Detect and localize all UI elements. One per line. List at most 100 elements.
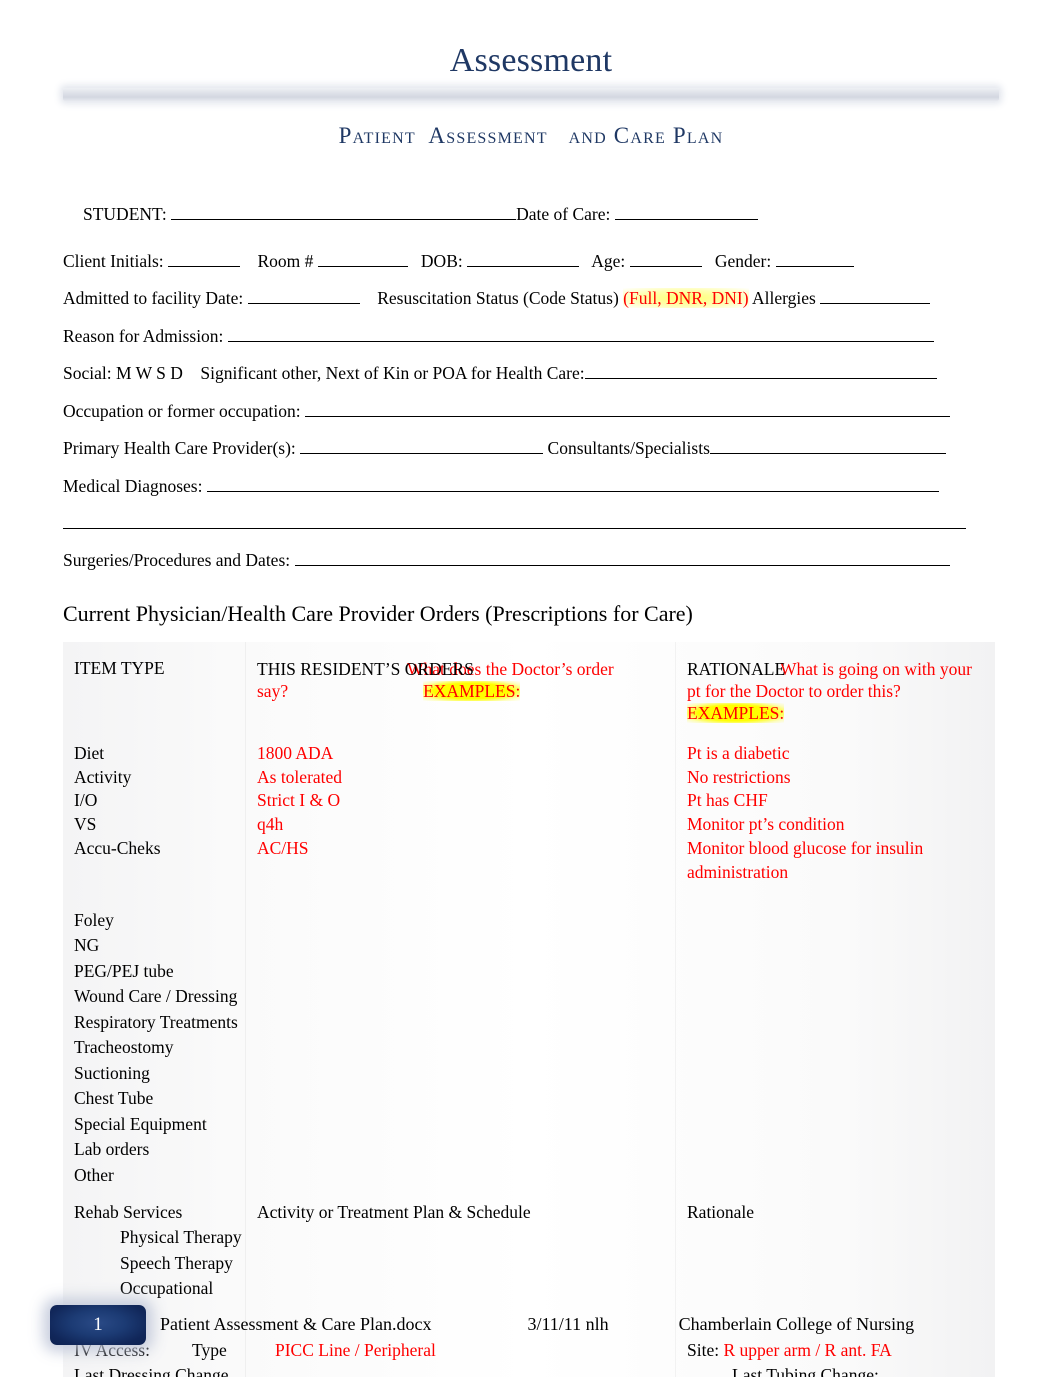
table-cell-order: q4h — [257, 814, 284, 835]
document-page: Assessment Patient Assessment and Care P… — [0, 0, 1062, 1377]
header-rationale-black: RATIONALE — [687, 658, 786, 679]
age-label: Age: — [591, 250, 626, 271]
table-cell-rationale: administration — [687, 861, 789, 882]
surgeries-row: Surgeries/Procedures and Dates: — [63, 549, 999, 570]
table-row: Activity — [74, 766, 132, 787]
page-number-badge: 1 — [50, 1305, 146, 1345]
header-item-type: ITEM TYPE — [74, 657, 165, 678]
list-item: Foley — [74, 909, 114, 930]
occupation-input[interactable] — [305, 400, 950, 417]
allergies-label: Allergies — [752, 288, 816, 309]
surgeries-label: Surgeries/Procedures and Dates: — [63, 549, 291, 570]
header-rationale-examples-line: EXAMPLES: — [687, 702, 995, 724]
rehab-services-label: Rehab Services — [74, 1201, 183, 1222]
surgeries-input[interactable] — [294, 549, 950, 566]
medical-diagnoses-input-line2[interactable] — [63, 512, 966, 530]
significant-other-input[interactable] — [584, 362, 937, 380]
medical-diagnoses-input[interactable] — [206, 475, 939, 492]
orders-table: ITEM TYPE THIS RESIDENT’S ORDERS What do… — [63, 641, 995, 1377]
orders-section-heading: Current Physician/Health Care Provider O… — [63, 601, 693, 627]
providers-row: Primary Health Care Provider(s): Consult… — [63, 437, 999, 458]
table-cell-order: AC/HS — [257, 837, 309, 858]
list-item: Speech Therapy — [120, 1252, 233, 1273]
table-row: Accu-Cheks — [74, 837, 161, 858]
rehab-orders-header: Activity or Treatment Plan & Schedule — [257, 1201, 531, 1222]
consultants-input[interactable] — [709, 437, 946, 455]
date-of-care-input[interactable] — [614, 203, 758, 221]
social-row: Social: M W S D Significant other, Next … — [63, 362, 999, 383]
blank-rows: Foley NG PEG/PEJ tube Wound Care / Dress… — [63, 885, 995, 1189]
patient-info-form: STUDENT: Date of Care: Client Initials: … — [0, 203, 1062, 569]
footer-info: Patient Assessment & Care Plan.docx 3/11/… — [160, 1314, 914, 1335]
header-rationale-examples: EXAMPLES: — [687, 703, 785, 724]
reason-for-admission-label: Reason for Admission: — [63, 325, 224, 346]
medical-diagnoses-row: Medical Diagnoses: — [63, 475, 999, 496]
blank-rationale-column[interactable] — [675, 908, 995, 1189]
table-row — [74, 861, 245, 885]
age-input[interactable] — [629, 250, 702, 267]
consultants-label: Consultants/Specialists — [547, 438, 710, 459]
room-input[interactable] — [317, 250, 408, 267]
table-cell-order: 1800 ADA — [257, 742, 334, 763]
significant-other-label: Significant other, Next of Kin or POA fo… — [200, 363, 585, 384]
list-item: PEG/PEJ tube — [74, 960, 174, 981]
table-row: VS — [74, 814, 97, 835]
list-item: Tracheostomy — [74, 1037, 174, 1058]
example-rationale-column[interactable]: Pt is a diabetic No restrictions Pt has … — [675, 742, 995, 885]
client-initials-label: Client Initials: — [63, 250, 164, 271]
resuscitation-options: (Full, DNR, DNI) — [623, 288, 749, 309]
list-item: Wound Care / Dressing — [74, 986, 238, 1007]
page-subtitle: Patient Assessment and Care Plan — [338, 123, 724, 149]
resuscitation-label: Resuscitation Status (Code Status) — [377, 288, 619, 309]
list-item: Suctioning — [74, 1062, 150, 1083]
gender-input[interactable] — [775, 250, 854, 267]
example-item-column: Diet Activity I/O VS Accu-Cheks — [63, 742, 245, 885]
primary-provider-input[interactable] — [300, 437, 544, 455]
header-orders-say: say? — [257, 680, 289, 701]
social-label: Social: M W S D — [63, 363, 183, 384]
occupation-label: Occupation or former occupation: — [63, 400, 301, 421]
admission-status-row: Admitted to facility Date: Resuscitation… — [63, 287, 999, 309]
date-of-care-label: Date of Care: — [516, 204, 611, 225]
header-orders-red-line2: say? EXAMPLES: — [257, 680, 675, 702]
table-cell-rationale: Monitor blood glucose for insulin — [687, 837, 924, 858]
list-item: Physical Therapy — [120, 1227, 242, 1248]
header-orders: THIS RESIDENT’S ORDERS What does the Doc… — [245, 658, 675, 725]
list-item: Special Equipment — [74, 1113, 207, 1134]
table-row: Diet — [74, 742, 105, 763]
medical-diagnoses-label: Medical Diagnoses: — [63, 475, 203, 496]
header-orders-examples: EXAMPLES: — [423, 680, 521, 701]
blank-orders-column[interactable] — [245, 908, 675, 1189]
title-divider-bar — [63, 88, 999, 102]
medical-diagnoses-row-2 — [63, 512, 999, 533]
rehab-rationale-header: Rationale — [687, 1201, 755, 1222]
student-input[interactable] — [171, 203, 517, 221]
student-row: STUDENT: Date of Care: — [63, 203, 999, 224]
client-initials-input[interactable] — [168, 250, 240, 267]
table-cell-order: As tolerated — [257, 766, 343, 787]
list-item: Other — [74, 1165, 114, 1185]
student-label: STUDENT: — [83, 204, 167, 225]
footer-date: 3/11/11 nlh — [527, 1314, 609, 1334]
table-header-row: ITEM TYPE THIS RESIDENT’S ORDERS What do… — [63, 642, 995, 725]
list-item: NG — [74, 935, 100, 956]
dob-input[interactable] — [467, 250, 580, 267]
client-identifiers-row: Client Initials: Room # DOB: Age: Gender… — [63, 250, 999, 271]
last-tubing-change-label: Last Tubing Change: — [732, 1365, 879, 1377]
last-dressing-change-label: Last Dressing Change — [74, 1365, 229, 1377]
dob-label: DOB: — [420, 250, 463, 271]
table-cell-order — [257, 861, 675, 885]
table-cell-rationale: Pt has CHF — [687, 790, 768, 811]
footer-institution: Chamberlain College of Nursing — [678, 1314, 915, 1334]
table-cell-rationale: No restrictions — [687, 766, 791, 787]
header-orders-black: THIS RESIDENT’S ORDERS — [257, 658, 474, 679]
reason-for-admission-row: Reason for Admission: — [63, 325, 999, 346]
list-item: Chest Tube — [74, 1088, 154, 1109]
table-cell-rationale: Pt is a diabetic — [687, 742, 790, 763]
reason-for-admission-input[interactable] — [227, 325, 934, 342]
list-item: Respiratory Treatments — [74, 1011, 238, 1032]
admitted-date-input[interactable] — [247, 287, 360, 305]
example-orders-column[interactable]: 1800 ADA As tolerated Strict I & O q4h A… — [245, 742, 675, 885]
admitted-label: Admitted to facility Date: — [63, 288, 244, 309]
allergies-input[interactable] — [820, 287, 931, 305]
